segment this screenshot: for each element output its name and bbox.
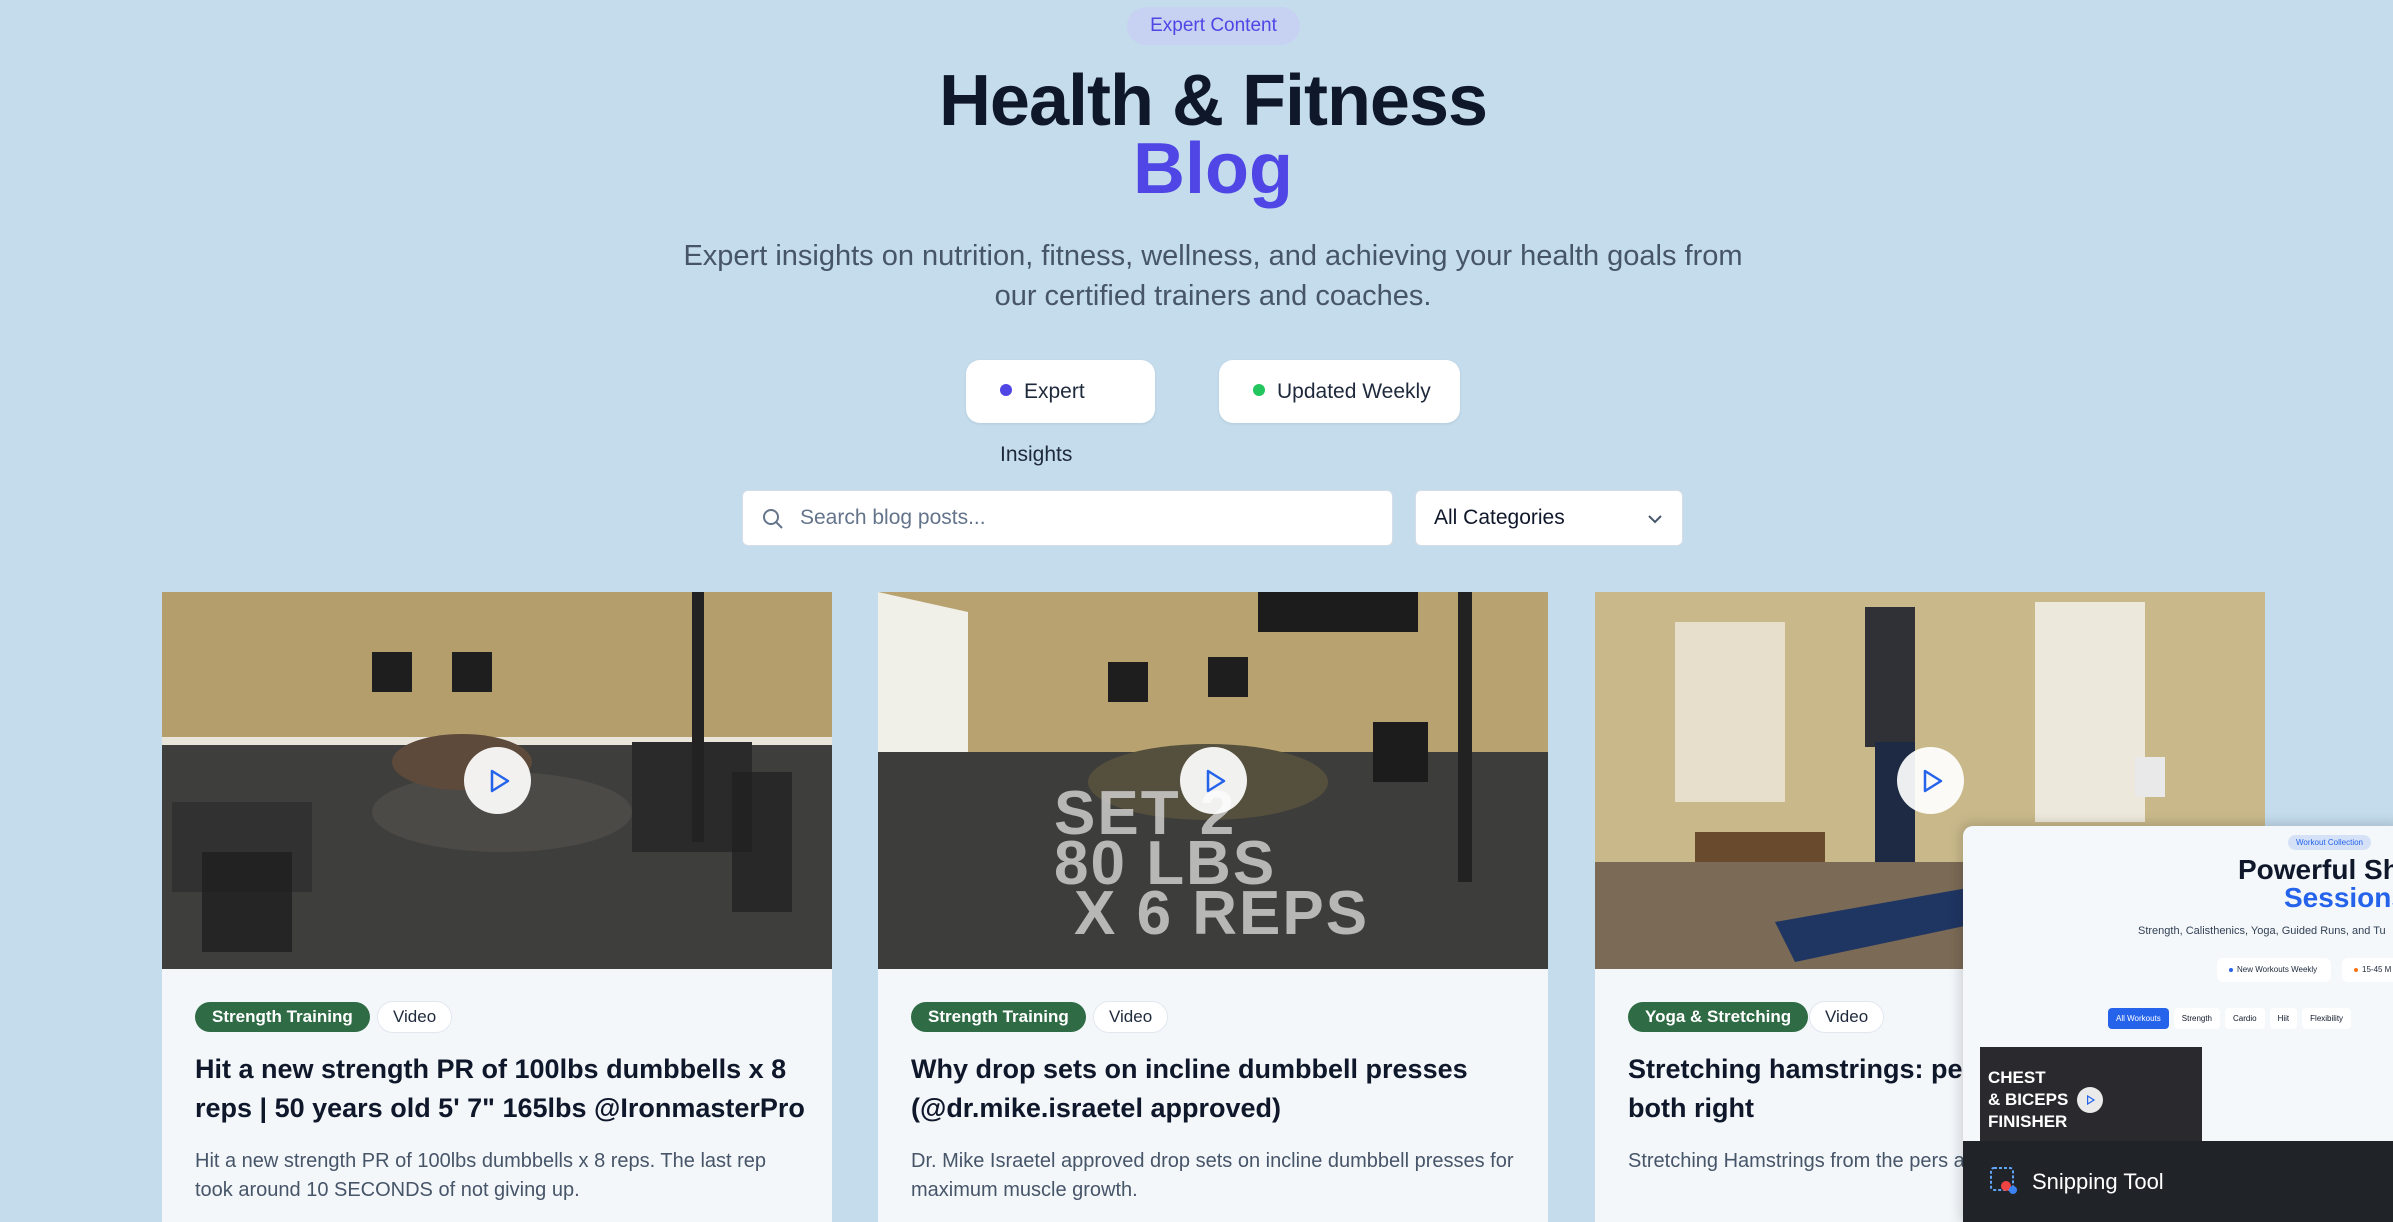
blog-card[interactable]: Strength Training Video Hit a new streng… [162,592,832,1222]
filter-strength[interactable]: Strength [2173,1008,2221,1029]
category-tag: Strength Training [911,1002,1086,1032]
play-icon [490,769,509,792]
play-button[interactable] [2077,1087,2103,1113]
updated-weekly-pill: Updated Weekly [1219,360,1460,423]
filter-cardio[interactable]: Cardio [2225,1008,2265,1029]
post-description: Dr. Mike Israetel approved drop sets on … [911,1150,1514,1201]
play-button[interactable] [1897,747,1964,814]
filter-flexibility[interactable]: Flexibility [2302,1008,2352,1029]
preview-title-accent: Sessions [2284,882,2393,913]
category-tag: Yoga & Stretching [1628,1002,1809,1032]
pill-label: Expert Insights [1000,380,1085,466]
category-select-value: All Categories [1434,506,1565,529]
type-tag: Video [1809,1001,1885,1033]
snipping-tool-taskbar-item[interactable]: Snipping Tool [1963,1141,2393,1222]
play-icon [1923,769,1942,792]
preview-thumb-line: FINISHER [1988,1112,2068,1131]
play-icon [1206,769,1225,792]
snipping-tool-icon [1990,1167,2017,1194]
video-thumbnail[interactable] [162,592,832,969]
preview-pill: New Workouts Weekly [2217,958,2331,982]
preview-pill: 15-45 M [2342,958,2393,982]
post-description: Hit a new strength PR of 100lbs dumbbell… [195,1150,767,1201]
post-title[interactable]: Why drop sets on incline dumbbell presse… [911,1050,1521,1128]
preview-badge: Workout Collection [2288,835,2371,850]
preview-subtitle: Strength, Calisthenics, Yoga, Guided Run… [2138,925,2386,937]
blog-card[interactable]: SET 2 80 LBS X 6 REPS Strength Training … [878,592,1548,1222]
page-subtitle: Expert insights on nutrition, fitness, w… [683,240,1743,312]
search-icon [763,509,783,529]
preview-thumb-line: & BICEPS [1988,1090,2069,1109]
category-tag: Strength Training [195,1002,370,1032]
snipping-tool-label: Snipping Tool [2032,1169,2164,1194]
search-box [742,490,1393,546]
type-tag: Video [377,1001,453,1033]
preview-thumb-text: CHEST & BICEPS FINISHER [1988,1067,2068,1133]
chevron-down-icon [1648,515,1662,524]
search-input[interactable] [800,491,1380,545]
expert-insights-pill: Expert Insights [966,360,1155,466]
category-select[interactable]: All Categories [1415,490,1683,546]
video-thumbnail[interactable]: SET 2 80 LBS X 6 REPS [878,592,1548,969]
play-button[interactable] [1180,747,1247,814]
preview-filter-bar: All Workouts Strength Cardio Hiit Flexibilit… [2108,1008,2352,1029]
preview-pill-label: 15-45 M [2362,965,2392,974]
dot-icon [1253,384,1265,397]
post-title[interactable]: Hit a new strength PR of 100lbs dumbbell… [195,1050,805,1128]
pill-label: Updated Weekly [1277,380,1431,403]
play-button[interactable] [464,747,531,814]
page-title-line2: Blog [1133,129,1293,209]
expert-content-badge: Expert Content [1127,7,1300,45]
preview-thumb-line: CHEST [1988,1068,2046,1087]
dot-icon [2229,967,2233,972]
preview-pill-label: New Workouts Weekly [2237,965,2318,974]
dot-icon [1000,384,1012,397]
dot-icon [2354,967,2358,972]
type-tag: Video [1093,1001,1169,1033]
play-icon [2087,1094,2096,1106]
filter-hiit[interactable]: Hiit [2269,1008,2298,1029]
filter-all-workouts[interactable]: All Workouts [2108,1008,2169,1029]
overlay-line: X 6 REPS [1074,879,1370,948]
preview-video-thumb[interactable]: CHEST & BICEPS FINISHER [1980,1047,2202,1141]
